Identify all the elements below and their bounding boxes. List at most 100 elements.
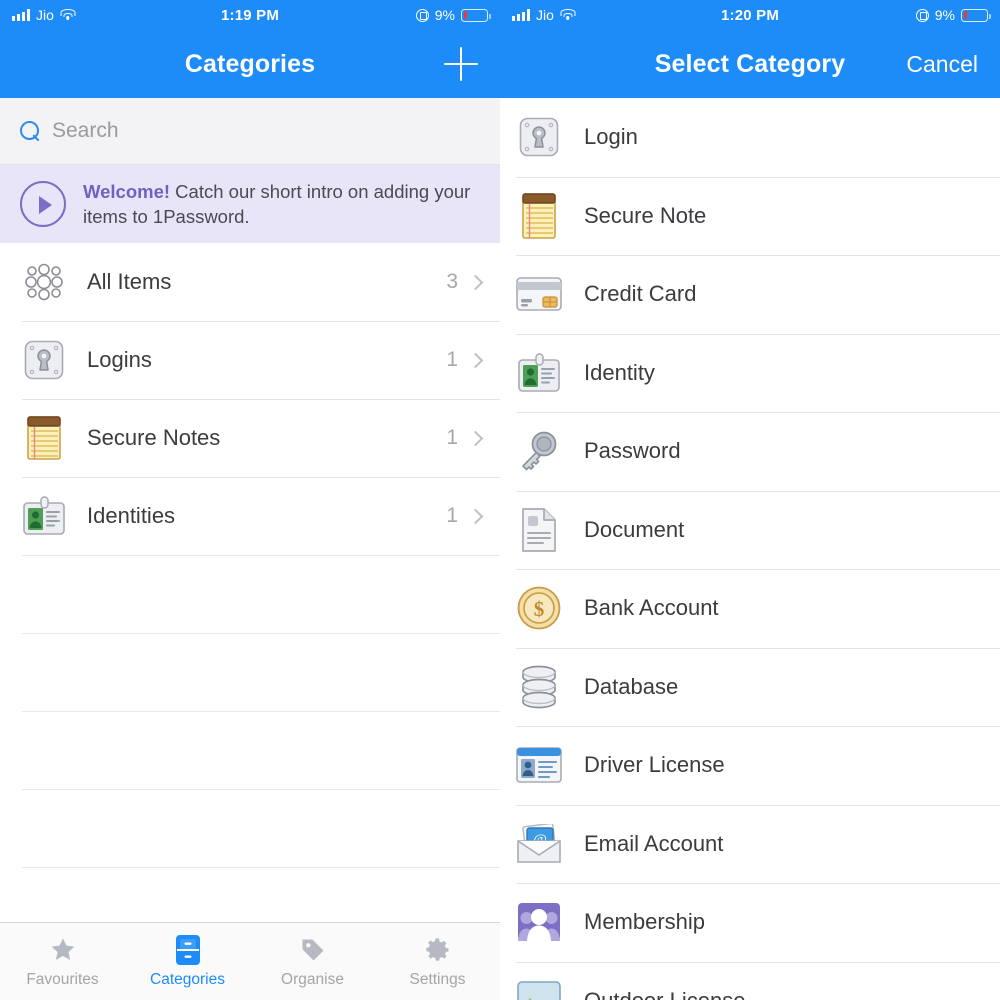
category-list: All Items 3 Logins 1 Secure Notes 1 Iden… [0, 243, 500, 945]
right-panel-select-category: Jio 1:20 PM 9% Select Category Cancel Lo… [500, 0, 1000, 1000]
list-item[interactable]: Driver License [500, 726, 1000, 805]
battery-percent-label: 9% [934, 7, 955, 23]
list-item-label: Email Account [584, 830, 724, 856]
nav-bar-left: Categories [0, 30, 500, 98]
document-icon [516, 507, 562, 553]
gear-icon [423, 935, 453, 965]
list-item[interactable]: Password [500, 412, 1000, 491]
tab-favourites[interactable]: Favourites [0, 923, 125, 1000]
driver-license-icon [516, 742, 562, 788]
status-bar-right: Jio 1:20 PM 9% [500, 0, 1000, 30]
chevron-right-icon [458, 508, 492, 524]
list-item[interactable]: @ Email Account [500, 804, 1000, 884]
cancel-button[interactable]: Cancel [906, 51, 1000, 78]
outdoor-license-icon [516, 978, 562, 1000]
list-item[interactable]: Outdoor License [500, 961, 1000, 1000]
list-item-label: Logins [87, 347, 152, 372]
list-item-count: 1 [446, 504, 458, 527]
secure-note-icon [516, 192, 562, 239]
filing-cabinet-icon [173, 934, 203, 965]
list-item-label: Secure Notes [87, 425, 221, 450]
welcome-banner-text: Welcome! Catch our short intro on adding… [83, 179, 480, 229]
list-item-label: Secure Note [584, 202, 707, 228]
welcome-banner[interactable]: Welcome! Catch our short intro on adding… [0, 165, 500, 243]
list-item-label: Database [584, 673, 679, 699]
login-icon [516, 114, 562, 160]
status-bar-left: Jio 1:19 PM 9% [0, 0, 500, 30]
left-panel-categories: Jio 1:19 PM 9% Categories Search Welcome… [0, 0, 500, 1000]
list-item-count: 1 [446, 426, 458, 449]
password-key-icon [516, 428, 562, 474]
battery-icon [961, 8, 991, 22]
empty-list-row [0, 633, 500, 711]
list-item-label: All Items [87, 269, 172, 294]
list-item[interactable]: Login [500, 98, 1000, 177]
bank-account-icon: $ [516, 585, 562, 631]
list-item[interactable]: Database [500, 647, 1000, 727]
list-item-label: Password [584, 438, 681, 464]
search-placeholder: Search [52, 119, 119, 142]
bottom-tab-bar: Favourites Categories Organise Settings [0, 922, 500, 1000]
secure-note-icon [22, 416, 66, 460]
list-item[interactable]: Secure Notes 1 [0, 399, 500, 477]
list-item-label: Credit Card [584, 281, 697, 307]
search-icon [20, 120, 41, 142]
plus-icon [444, 47, 478, 81]
list-item-label: Bank Account [584, 595, 719, 621]
battery-icon [461, 8, 491, 22]
nav-bar-right: Select Category Cancel [500, 30, 1000, 98]
list-item[interactable]: Credit Card [500, 255, 1000, 334]
tab-label: Favourites [26, 970, 99, 988]
list-item-label: Identity [584, 359, 655, 385]
dual-phone-screenshot: Jio 1:19 PM 9% Categories Search Welcome… [0, 0, 1000, 1000]
all-items-icon [22, 260, 66, 304]
empty-list-row [0, 555, 500, 633]
star-icon [48, 935, 78, 965]
status-right-group: 9% [415, 7, 500, 23]
tag-icon [298, 935, 328, 965]
empty-list-row [0, 711, 500, 789]
list-item-count: 1 [446, 348, 458, 371]
category-picker-list: Login Secure Note Credit Card Identity P… [500, 98, 1000, 1000]
list-item[interactable]: Membership [500, 883, 1000, 962]
list-item[interactable]: Identity [500, 333, 1000, 413]
list-item[interactable]: $ Bank Account [500, 569, 1000, 648]
play-icon[interactable] [20, 181, 66, 227]
battery-percent-label: 9% [434, 7, 455, 23]
list-item[interactable]: All Items 3 [0, 243, 500, 321]
chevron-right-icon [458, 430, 492, 446]
rotation-lock-icon [915, 8, 929, 22]
list-item-label: Document [584, 516, 685, 542]
chevron-right-icon [458, 274, 492, 290]
list-item[interactable]: Logins 1 [0, 321, 500, 399]
identity-icon [22, 494, 66, 538]
tab-settings[interactable]: Settings [375, 923, 500, 1000]
empty-list-row [0, 789, 500, 867]
tab-label: Settings [409, 970, 466, 988]
cancel-label: Cancel [906, 50, 978, 77]
tab-label: Organise [281, 970, 344, 988]
credit-card-icon [516, 271, 562, 317]
search-input[interactable]: Search [0, 98, 500, 165]
welcome-highlight: Welcome! [83, 181, 171, 202]
list-item[interactable]: Secure Note [500, 176, 1000, 256]
list-item-label: Login [584, 124, 638, 150]
tab-label: Categories [150, 970, 225, 988]
membership-icon [516, 899, 562, 945]
list-item-label: Driver License [584, 752, 725, 778]
identity-icon [516, 350, 562, 396]
list-item-label: Membership [584, 909, 706, 935]
list-item[interactable]: Identities 1 [0, 477, 500, 555]
list-item-label: Outdoor License [584, 988, 745, 1000]
page-title: Categories [184, 49, 316, 78]
add-item-button[interactable] [444, 47, 500, 81]
tab-organise[interactable]: Organise [250, 923, 375, 1000]
login-icon [22, 338, 66, 382]
status-right-group: 9% [915, 7, 1000, 23]
svg-text:$: $ [534, 597, 545, 621]
list-item-count: 3 [446, 270, 458, 293]
tab-categories[interactable]: Categories [125, 923, 250, 1000]
database-icon [516, 664, 562, 710]
list-item[interactable]: Document [500, 490, 1000, 570]
chevron-right-icon [458, 352, 492, 368]
